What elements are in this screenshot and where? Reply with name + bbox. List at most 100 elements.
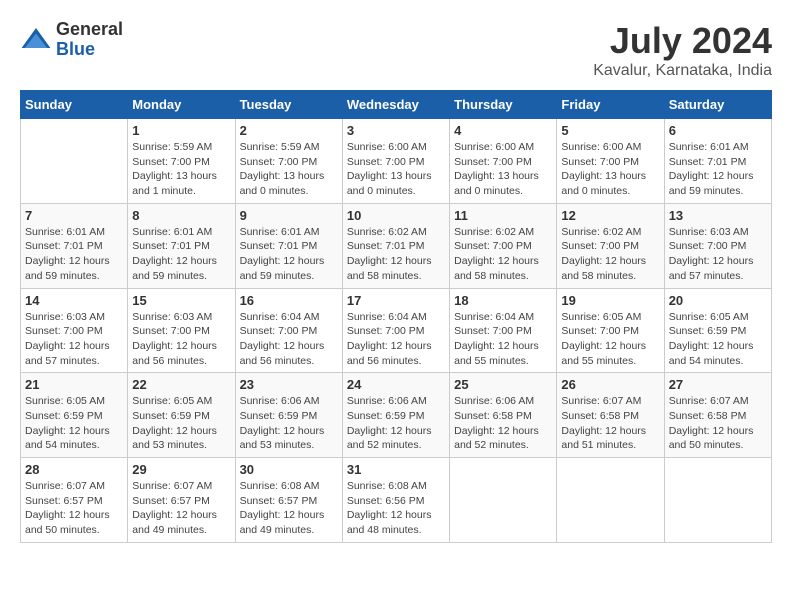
day-info: Sunrise: 6:00 AM Sunset: 7:00 PM Dayligh…	[561, 140, 659, 199]
day-number: 24	[347, 377, 445, 392]
calendar-cell: 6 Sunrise: 6:01 AM Sunset: 7:01 PM Daylig…	[664, 119, 771, 204]
calendar-week-4: 28Sunrise: 6:07 AM Sunset: 6:57 PM Dayli…	[21, 458, 772, 543]
day-number: 30	[240, 462, 338, 477]
header-day-wednesday: Wednesday	[342, 91, 449, 119]
day-info: Sunrise: 6:01 AM Sunset: 7:01 PM Dayligh…	[132, 225, 230, 284]
day-number: 18	[454, 293, 552, 308]
day-info: Sunrise: 6:07 AM Sunset: 6:57 PM Dayligh…	[132, 479, 230, 538]
logo-general: General	[56, 20, 123, 40]
calendar-cell: 23 Sunrise: 6:06 AM Sunset: 6:59 PM Dayli…	[235, 373, 342, 458]
day-info: Sunrise: 6:03 AM Sunset: 7:00 PM Dayligh…	[669, 225, 767, 284]
calendar-cell: 29 Sunrise: 6:07 AM Sunset: 6:57 PM Dayli…	[128, 458, 235, 543]
day-number: 13	[669, 208, 767, 223]
day-number: 15	[132, 293, 230, 308]
day-info: Sunrise: 6:01 AM Sunset: 7:01 PM Dayligh…	[25, 225, 123, 284]
calendar-cell: 27Sunrise: 6:07 AM Sunset: 6:58 PM Dayli…	[664, 373, 771, 458]
calendar-cell: 2 Sunrise: 5:59 AM Sunset: 7:00 PM Daylig…	[235, 119, 342, 204]
day-number: 7	[25, 208, 123, 223]
day-number: 4	[454, 123, 552, 138]
day-number: 19	[561, 293, 659, 308]
day-number: 26	[561, 377, 659, 392]
day-info: Sunrise: 6:02 AM Sunset: 7:00 PM Dayligh…	[454, 225, 552, 284]
day-number: 14	[25, 293, 123, 308]
day-info: Sunrise: 6:02 AM Sunset: 7:01 PM Dayligh…	[347, 225, 445, 284]
day-info: Sunrise: 6:08 AM Sunset: 6:57 PM Dayligh…	[240, 479, 338, 538]
calendar-cell: 28Sunrise: 6:07 AM Sunset: 6:57 PM Dayli…	[21, 458, 128, 543]
calendar-cell: 17Sunrise: 6:04 AM Sunset: 7:00 PM Dayli…	[342, 288, 449, 373]
day-info: Sunrise: 6:05 AM Sunset: 7:00 PM Dayligh…	[561, 310, 659, 369]
day-info: Sunrise: 6:04 AM Sunset: 7:00 PM Dayligh…	[240, 310, 338, 369]
header-day-sunday: Sunday	[21, 91, 128, 119]
logo-icon	[20, 24, 52, 56]
month-title: July 2024	[593, 20, 772, 62]
day-info: Sunrise: 6:08 AM Sunset: 6:56 PM Dayligh…	[347, 479, 445, 538]
day-number: 20	[669, 293, 767, 308]
day-info: Sunrise: 6:07 AM Sunset: 6:57 PM Dayligh…	[25, 479, 123, 538]
day-info: Sunrise: 6:05 AM Sunset: 6:59 PM Dayligh…	[669, 310, 767, 369]
header-day-tuesday: Tuesday	[235, 91, 342, 119]
calendar-cell: 26 Sunrise: 6:07 AM Sunset: 6:58 PM Dayli…	[557, 373, 664, 458]
day-info: Sunrise: 6:06 AM Sunset: 6:59 PM Dayligh…	[347, 394, 445, 453]
day-info: Sunrise: 6:04 AM Sunset: 7:00 PM Dayligh…	[454, 310, 552, 369]
day-number: 16	[240, 293, 338, 308]
day-number: 5	[561, 123, 659, 138]
day-number: 2	[240, 123, 338, 138]
calendar-header: SundayMondayTuesdayWednesdayThursdayFrid…	[21, 91, 772, 119]
page-header: General Blue July 2024 Kavalur, Karnatak…	[20, 20, 772, 80]
calendar-cell: 20 Sunrise: 6:05 AM Sunset: 6:59 PM Dayli…	[664, 288, 771, 373]
calendar-cell: 3 Sunrise: 6:00 AM Sunset: 7:00 PM Daylig…	[342, 119, 449, 204]
header-day-thursday: Thursday	[450, 91, 557, 119]
calendar-cell: 31 Sunrise: 6:08 AM Sunset: 6:56 PM Dayli…	[342, 458, 449, 543]
header-day-saturday: Saturday	[664, 91, 771, 119]
calendar-cell	[450, 458, 557, 543]
calendar-cell: 30 Sunrise: 6:08 AM Sunset: 6:57 PM Dayli…	[235, 458, 342, 543]
header-day-monday: Monday	[128, 91, 235, 119]
calendar-cell: 18 Sunrise: 6:04 AM Sunset: 7:00 PM Dayli…	[450, 288, 557, 373]
day-number: 1	[132, 123, 230, 138]
day-number: 22	[132, 377, 230, 392]
calendar-cell: 12Sunrise: 6:02 AM Sunset: 7:00 PM Dayli…	[557, 203, 664, 288]
day-number: 6	[669, 123, 767, 138]
day-info: Sunrise: 6:07 AM Sunset: 6:58 PM Dayligh…	[561, 394, 659, 453]
day-info: Sunrise: 6:00 AM Sunset: 7:00 PM Dayligh…	[347, 140, 445, 199]
day-info: Sunrise: 6:02 AM Sunset: 7:00 PM Dayligh…	[561, 225, 659, 284]
day-number: 27	[669, 377, 767, 392]
calendar-cell: 15 Sunrise: 6:03 AM Sunset: 7:00 PM Dayli…	[128, 288, 235, 373]
calendar-cell: 5 Sunrise: 6:00 AM Sunset: 7:00 PM Daylig…	[557, 119, 664, 204]
logo: General Blue	[20, 20, 123, 60]
logo-blue: Blue	[56, 40, 123, 60]
logo-text: General Blue	[56, 20, 123, 60]
calendar-cell: 16 Sunrise: 6:04 AM Sunset: 7:00 PM Dayli…	[235, 288, 342, 373]
day-number: 31	[347, 462, 445, 477]
day-info: Sunrise: 6:01 AM Sunset: 7:01 PM Dayligh…	[669, 140, 767, 199]
calendar-week-1: 7 Sunrise: 6:01 AM Sunset: 7:01 PM Daylig…	[21, 203, 772, 288]
calendar-cell: 4 Sunrise: 6:00 AM Sunset: 7:00 PM Daylig…	[450, 119, 557, 204]
calendar-cell: 24 Sunrise: 6:06 AM Sunset: 6:59 PM Dayli…	[342, 373, 449, 458]
day-info: Sunrise: 6:00 AM Sunset: 7:00 PM Dayligh…	[454, 140, 552, 199]
day-info: Sunrise: 6:06 AM Sunset: 6:58 PM Dayligh…	[454, 394, 552, 453]
calendar-week-2: 14 Sunrise: 6:03 AM Sunset: 7:00 PM Dayli…	[21, 288, 772, 373]
calendar-cell: 9Sunrise: 6:01 AM Sunset: 7:01 PM Daylig…	[235, 203, 342, 288]
day-number: 29	[132, 462, 230, 477]
calendar-cell: 10 Sunrise: 6:02 AM Sunset: 7:01 PM Dayli…	[342, 203, 449, 288]
day-number: 10	[347, 208, 445, 223]
day-info: Sunrise: 6:05 AM Sunset: 6:59 PM Dayligh…	[132, 394, 230, 453]
day-number: 21	[25, 377, 123, 392]
day-info: Sunrise: 6:03 AM Sunset: 7:00 PM Dayligh…	[132, 310, 230, 369]
day-number: 11	[454, 208, 552, 223]
day-info: Sunrise: 6:06 AM Sunset: 6:59 PM Dayligh…	[240, 394, 338, 453]
day-number: 3	[347, 123, 445, 138]
day-info: Sunrise: 6:05 AM Sunset: 6:59 PM Dayligh…	[25, 394, 123, 453]
calendar-cell: 8Sunrise: 6:01 AM Sunset: 7:01 PM Daylig…	[128, 203, 235, 288]
calendar-cell	[21, 119, 128, 204]
day-number: 23	[240, 377, 338, 392]
day-info: Sunrise: 5:59 AM Sunset: 7:00 PM Dayligh…	[240, 140, 338, 199]
calendar-table: SundayMondayTuesdayWednesdayThursdayFrid…	[20, 90, 772, 543]
title-area: July 2024 Kavalur, Karnataka, India	[593, 20, 772, 80]
day-info: Sunrise: 6:04 AM Sunset: 7:00 PM Dayligh…	[347, 310, 445, 369]
location: Kavalur, Karnataka, India	[593, 62, 772, 80]
calendar-cell: 11 Sunrise: 6:02 AM Sunset: 7:00 PM Dayli…	[450, 203, 557, 288]
header-row: SundayMondayTuesdayWednesdayThursdayFrid…	[21, 91, 772, 119]
calendar-cell: 22 Sunrise: 6:05 AM Sunset: 6:59 PM Dayli…	[128, 373, 235, 458]
calendar-body: 1 Sunrise: 5:59 AM Sunset: 7:00 PM Daylig…	[21, 119, 772, 543]
